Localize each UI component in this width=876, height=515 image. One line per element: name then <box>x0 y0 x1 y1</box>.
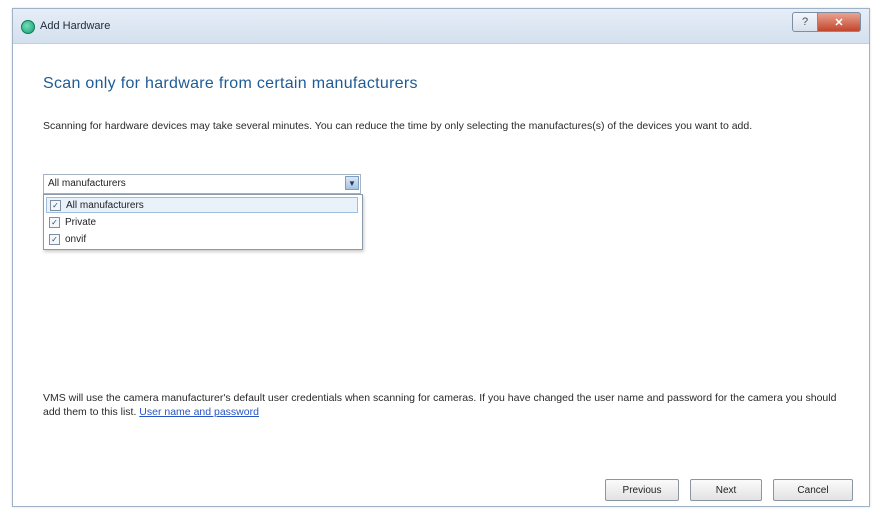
close-button[interactable]: ✕ <box>818 12 861 32</box>
page-heading: Scan only for hardware from certain manu… <box>43 75 418 92</box>
manufacturer-option-private[interactable]: ✓ Private <box>46 214 358 230</box>
option-label: onvif <box>65 233 87 245</box>
help-button[interactable]: ? <box>792 12 818 32</box>
manufacturer-option-all[interactable]: ✓ All manufacturers <box>46 197 358 213</box>
manufacturer-option-onvif[interactable]: ✓ onvif <box>46 231 358 247</box>
title-buttons: ? ✕ <box>792 12 861 32</box>
checkbox-onvif[interactable]: ✓ <box>49 233 60 245</box>
description-text: Scanning for hardware devices may take s… <box>43 120 753 132</box>
app-icon <box>21 20 35 34</box>
manufacturer-select-value: All manufacturers <box>48 178 126 189</box>
previous-button[interactable]: Previous <box>605 479 679 501</box>
next-button[interactable]: Next <box>690 479 762 501</box>
cancel-button[interactable]: Cancel <box>773 479 853 501</box>
checkbox-all-manufacturers[interactable]: ✓ <box>50 199 61 211</box>
checkbox-private[interactable]: ✓ <box>49 216 60 228</box>
title-bar: Add Hardware ? ✕ <box>13 9 869 44</box>
username-password-link[interactable]: User name and password <box>139 406 259 418</box>
option-label: All manufacturers <box>66 199 144 211</box>
manufacturer-dropdown-list: ✓ All manufacturers ✓ Private ✓ onvif <box>43 194 363 250</box>
chevron-down-icon[interactable]: ▼ <box>345 176 359 190</box>
add-hardware-dialog: Add Hardware ? ✕ Scan only for hardware … <box>12 8 870 507</box>
window-title: Add Hardware <box>40 20 111 32</box>
credentials-note: VMS will use the camera manufacturer's d… <box>43 391 843 419</box>
manufacturer-select[interactable]: All manufacturers ▼ <box>43 174 361 194</box>
option-label: Private <box>65 216 97 228</box>
